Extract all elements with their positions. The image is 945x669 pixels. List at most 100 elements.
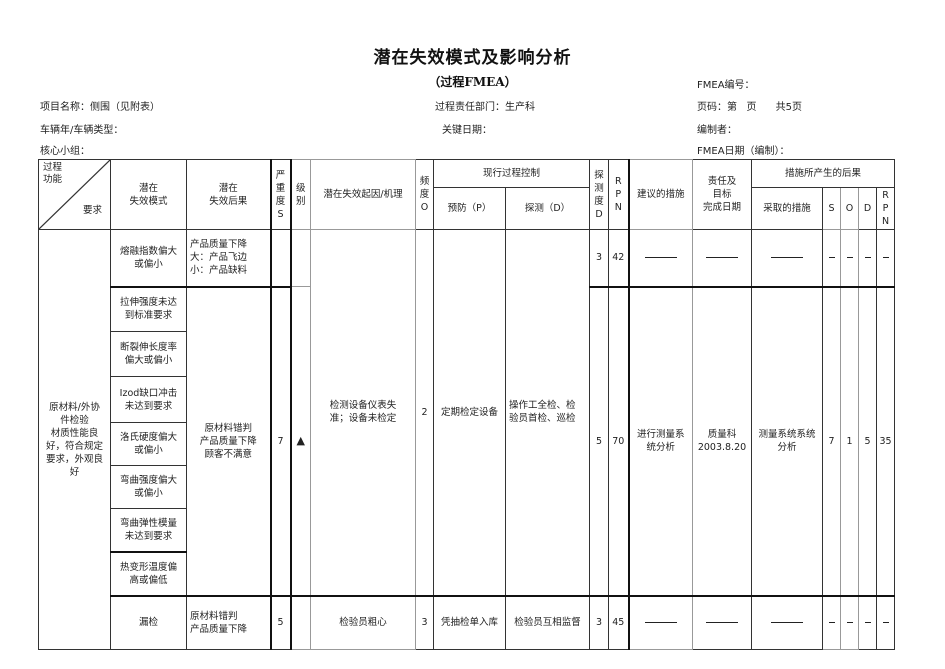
failure-mode-cell: 漏检 <box>110 594 187 650</box>
detection-control-header: 探测（D） <box>505 187 590 230</box>
triangle-icon: ▲ <box>296 434 305 448</box>
rpn-cell: 42 <box>608 229 630 288</box>
failure-mode-cell: 断裂伸长度率 偏大或偏小 <box>110 331 187 377</box>
current-controls-header: 现行过程控制 <box>433 159 590 188</box>
empty-dash <box>864 622 871 624</box>
detection-cell: 3 <box>589 229 609 288</box>
empty-dash <box>644 257 677 259</box>
occurrence-cell: 2 <box>415 229 434 596</box>
empty-dash <box>828 257 835 259</box>
empty-dash <box>828 622 835 624</box>
s-cell <box>822 594 841 650</box>
empty-dash <box>771 622 803 624</box>
empty-dash <box>864 257 871 259</box>
action-taken-cell <box>751 594 823 650</box>
requirement-label: 要求 <box>82 205 102 216</box>
rpn2-cell <box>876 229 895 288</box>
severity-cell: 7 <box>270 286 292 596</box>
severity-header: 严重度S <box>270 159 292 230</box>
rpn-cell: 45 <box>608 594 630 650</box>
project-name: 项目名称：侧围（见附表） <box>40 102 160 113</box>
failure-mode-header: 潜在 失效模式 <box>110 159 187 230</box>
prevention-cell: 定期检定设备 <box>433 229 506 596</box>
severity-cell <box>270 229 292 288</box>
rpn2-cell: 35 <box>876 286 895 596</box>
recommended-action-cell: 进行测量系 统分析 <box>628 286 693 596</box>
failure-mode-cell: 洛氏硬度偏大 或偏小 <box>110 422 187 466</box>
fmea-number: FMEA编号： <box>697 80 755 91</box>
class-cell <box>290 594 311 650</box>
occurrence-header: 频度O <box>415 159 434 230</box>
prepared-by: 编制者： <box>697 125 737 136</box>
failure-mode-cell: 热变形温度偏 高或偏低 <box>110 551 187 596</box>
occurrence-cell: 3 <box>415 594 434 650</box>
empty-dash <box>882 622 889 624</box>
prevention-cell: 凭抽检单入库 <box>433 594 506 650</box>
detection-control-cell: 操作工全检、检 验员首检、巡检 <box>505 229 590 596</box>
failure-effect-header: 潜在 失效后果 <box>186 159 272 230</box>
failure-effect-cell: 原材料错判 产品质量下降 顾客不满意 <box>186 286 272 596</box>
header-row-1: 过程 功能 要求 潜在 失效模式 潜在 失效后果 严重度S 级别 潜在失效起因/机理 … <box>38 159 895 230</box>
cause-cell: 检验员粗心 <box>310 594 416 650</box>
o-cell <box>840 594 859 650</box>
empty-dash <box>644 622 677 624</box>
o-header: O <box>840 187 859 230</box>
document-subtitle: （过程FMEA） <box>428 75 517 89</box>
d-header: D <box>858 187 877 230</box>
detection-cell: 5 <box>589 286 609 596</box>
responsibility-header: 责任及 目标 完成日期 <box>692 159 752 230</box>
severity-cell: 5 <box>270 594 292 650</box>
vehicle-year-type: 车辆年/车辆类型： <box>40 125 124 136</box>
failure-effect-cell: 原材料错判 产品质量下降 <box>186 594 272 650</box>
page-number: 页码：第 页 共5页 <box>697 102 802 113</box>
table-row: 原材料/外协 件检验 材质性能良 好，符合规定 要求，外观良好 熔融指数偏大 或偏小 产品… <box>38 229 895 650</box>
table-row: 漏检 原材料错判 产品质量下降 5 检验员粗心 3 凭抽检单入库 检验员互相监督 … <box>39 594 895 650</box>
cause-header: 潜在失效起因/机理 <box>310 159 416 230</box>
key-date: 关键日期： <box>442 125 492 136</box>
recommended-action-cell <box>628 594 693 650</box>
core-team: 核心小组： <box>40 146 90 157</box>
failure-mode-cell: 弯曲弹性模量 未达到要求 <box>110 508 187 553</box>
process-responsibility: 过程责任部门：生产科 <box>435 102 535 113</box>
class-header: 级别 <box>290 159 311 230</box>
rpn-header: RPN <box>608 159 630 230</box>
recommended-action-header: 建议的措施 <box>628 159 693 230</box>
o-cell <box>840 229 859 288</box>
class-symbol-cell: ▲ <box>290 286 311 596</box>
d-cell <box>858 229 877 288</box>
action-results-header: 措施所产生的后果 <box>751 159 895 188</box>
d-cell: 5 <box>858 286 877 596</box>
empty-dash <box>882 257 889 259</box>
process-function-header: 过程 功能 要求 <box>38 159 111 230</box>
prevention-header: 预防（P） <box>433 187 506 230</box>
class-cell <box>290 229 311 287</box>
rpn2-header: RPN <box>876 187 895 230</box>
action-taken-header: 采取的措施 <box>751 187 823 230</box>
empty-dash <box>706 622 738 624</box>
responsibility-cell <box>692 594 752 650</box>
responsibility-cell <box>692 229 752 288</box>
detection-control-cell: 检验员互相监督 <box>505 594 590 650</box>
process-function-cell: 原材料/外协 件检验 材质性能良 好，符合规定 要求，外观良好 <box>38 229 111 650</box>
failure-mode-cell: 熔融指数偏大 或偏小 <box>110 229 187 288</box>
fmea-date: FMEA日期（编制）： <box>697 146 790 157</box>
s-cell: 7 <box>822 286 841 596</box>
empty-dash <box>846 622 853 624</box>
cause-cell: 检测设备仪表失 准；设备未检定 <box>310 229 416 596</box>
d-cell <box>858 594 877 650</box>
rpn-cell: 70 <box>608 286 630 596</box>
process-function-label: 过程 功能 <box>43 162 63 185</box>
rpn2-cell <box>876 594 895 650</box>
fmea-table: 过程 功能 要求 潜在 失效模式 潜在 失效后果 严重度S 级别 潜在失效起因/机理 … <box>38 159 895 650</box>
failure-effect-cell: 产品质量下降 大：产品飞边 小：产品缺料 <box>186 229 272 288</box>
failure-mode-cell: Izod缺口冲击 未达到要求 <box>110 376 187 423</box>
detection-cell: 3 <box>589 594 609 650</box>
document-title: 潜在失效模式及影响分析 <box>373 48 572 68</box>
empty-dash <box>706 257 738 259</box>
empty-dash <box>846 257 853 259</box>
failure-mode-cell: 拉伸强度未达 到标准要求 <box>110 286 187 332</box>
detection-header: 探测度D <box>589 159 609 230</box>
responsibility-cell: 质量科 2003.8.20 <box>692 286 752 596</box>
action-taken-cell <box>751 229 823 288</box>
s-cell <box>822 229 841 288</box>
